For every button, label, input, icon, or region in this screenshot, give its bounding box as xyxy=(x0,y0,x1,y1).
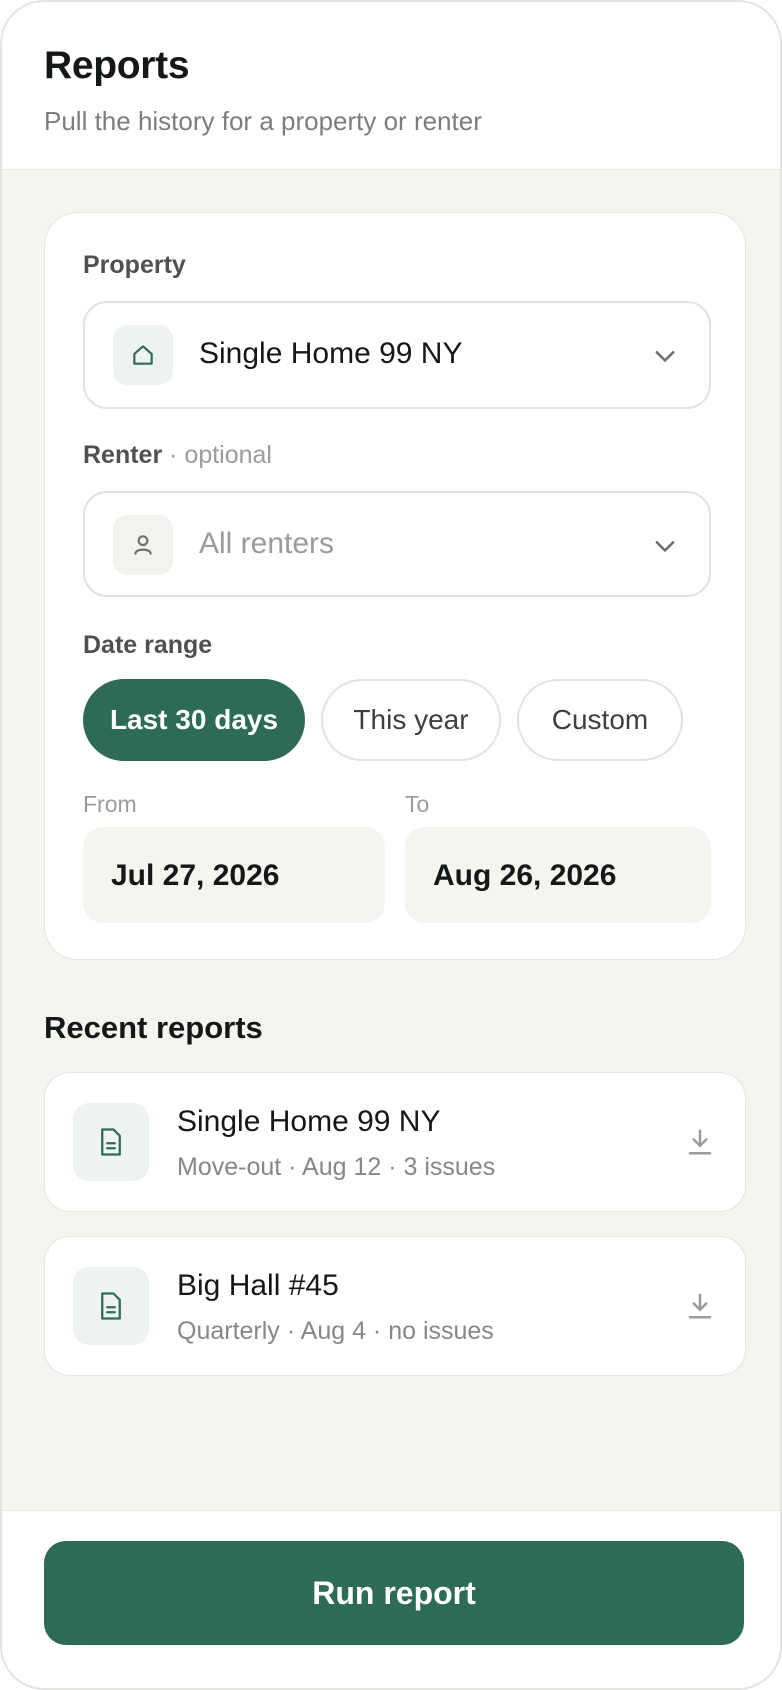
property-select[interactable]: Single Home 99 NY xyxy=(83,301,711,409)
download-icon[interactable] xyxy=(685,1127,715,1157)
to-date-field[interactable]: Aug 26, 2026 xyxy=(405,827,711,923)
app-screen: Reports Pull the history for a property … xyxy=(0,0,782,1690)
renter-label: Renter · optional xyxy=(83,441,272,470)
report-form-card: Property Single Home 99 NY Renter · opti… xyxy=(44,212,746,960)
date-range-last-30-days[interactable]: Last 30 days xyxy=(83,679,305,761)
property-value: Single Home 99 NY xyxy=(199,337,463,370)
recent-reports-title: Recent reports xyxy=(44,1010,263,1045)
from-label: From xyxy=(83,791,137,817)
report-name: Single Home 99 NY xyxy=(177,1105,441,1138)
user-icon xyxy=(113,515,173,575)
report-item[interactable]: Big Hall #45 Quarterly · Aug 4 · no issu… xyxy=(44,1236,746,1376)
document-icon xyxy=(73,1103,149,1181)
chevron-down-icon xyxy=(655,541,675,552)
page-subtitle: Pull the history for a property or rente… xyxy=(44,106,482,136)
report-name: Big Hall #45 xyxy=(177,1269,339,1302)
date-range-this-year[interactable]: This year xyxy=(321,679,501,761)
renter-label-text: Renter xyxy=(83,441,163,469)
report-meta: Move-out · Aug 12 · 3 issues xyxy=(177,1153,496,1181)
to-label: To xyxy=(405,791,430,817)
renter-placeholder: All renters xyxy=(199,527,335,560)
date-range-custom[interactable]: Custom xyxy=(517,679,683,761)
from-date-value: Jul 27, 2026 xyxy=(111,859,280,892)
from-date-field[interactable]: Jul 27, 2026 xyxy=(83,827,385,923)
renter-optional-text: · optional xyxy=(169,441,272,469)
home-icon xyxy=(113,325,173,385)
chevron-down-icon xyxy=(655,351,675,362)
run-report-button[interactable]: Run report xyxy=(44,1541,744,1645)
report-item[interactable]: Single Home 99 NY Move-out · Aug 12 · 3 … xyxy=(44,1072,746,1212)
header: Reports Pull the history for a property … xyxy=(2,2,780,170)
to-date-value: Aug 26, 2026 xyxy=(433,859,617,892)
download-icon[interactable] xyxy=(685,1291,715,1321)
date-range-label: Date range xyxy=(83,631,213,659)
report-meta: Quarterly · Aug 4 · no issues xyxy=(177,1317,494,1345)
document-icon xyxy=(73,1267,149,1345)
property-label: Property xyxy=(83,251,186,279)
renter-select[interactable]: All renters xyxy=(83,491,711,597)
footer-bar: Run report xyxy=(2,1510,780,1688)
page-title: Reports xyxy=(44,44,190,87)
